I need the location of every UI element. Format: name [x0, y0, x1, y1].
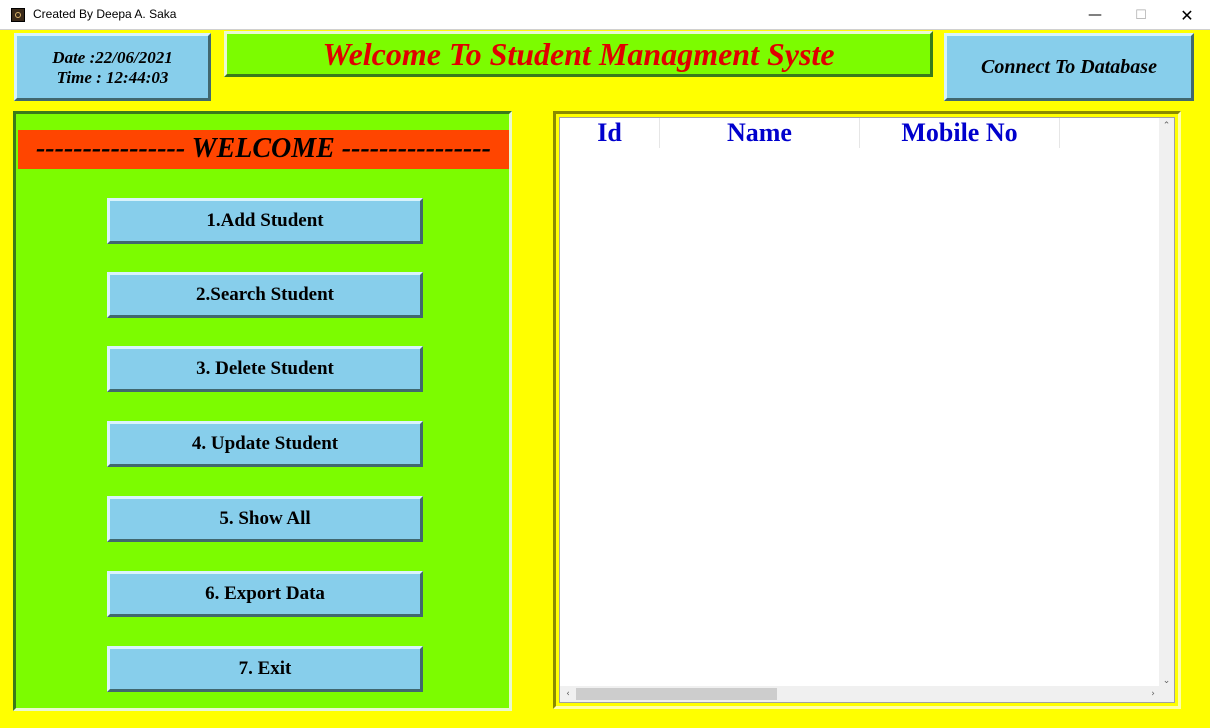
welcome-banner: Welcome To Student Managment Syste: [224, 31, 933, 77]
scroll-up-icon[interactable]: ⌃: [1159, 118, 1174, 133]
window-title: Created By Deepa A. Saka: [33, 7, 177, 21]
table-header: Id Name Mobile No: [560, 118, 1163, 149]
app-icon: [11, 8, 25, 22]
add-student-button[interactable]: 1.Add Student: [107, 198, 423, 244]
connect-database-button[interactable]: Connect To Database: [944, 33, 1194, 101]
student-table[interactable]: Id Name Mobile No ⌃ ⌄ ‹ ›: [559, 117, 1175, 703]
minimize-button[interactable]: —: [1072, 0, 1118, 30]
maximize-button[interactable]: ☐: [1118, 0, 1164, 30]
student-table-panel: Id Name Mobile No ⌃ ⌄ ‹ ›: [553, 111, 1181, 709]
scroll-left-icon[interactable]: ‹: [560, 686, 576, 702]
welcome-heading: ---------------- WELCOME ---------------…: [18, 130, 509, 169]
column-header-mobile[interactable]: Mobile No: [860, 118, 1060, 148]
scrollbar-corner: [1159, 686, 1174, 702]
menu-panel: ---------------- WELCOME ---------------…: [13, 111, 512, 711]
exit-button[interactable]: 7. Exit: [107, 646, 423, 692]
update-student-button[interactable]: 4. Update Student: [107, 421, 423, 467]
column-header-name[interactable]: Name: [660, 118, 860, 148]
vertical-scrollbar[interactable]: ⌃ ⌄: [1159, 118, 1174, 688]
window-titlebar: Created By Deepa A. Saka — ☐ ✕: [0, 0, 1210, 30]
export-data-button[interactable]: 6. Export Data: [107, 571, 423, 617]
horizontal-scroll-thumb[interactable]: [576, 688, 777, 700]
delete-student-button[interactable]: 3. Delete Student: [107, 346, 423, 392]
close-button[interactable]: ✕: [1164, 0, 1210, 30]
date-label: Date :22/06/2021: [52, 48, 173, 67]
date-time-panel: Date :22/06/2021 Time : 12:44:03: [14, 33, 211, 101]
column-header-id[interactable]: Id: [560, 118, 660, 148]
search-student-button[interactable]: 2.Search Student: [107, 272, 423, 318]
show-all-button[interactable]: 5. Show All: [107, 496, 423, 542]
time-label: Time : 12:44:03: [56, 68, 169, 87]
horizontal-scrollbar[interactable]: ‹ ›: [560, 686, 1161, 702]
